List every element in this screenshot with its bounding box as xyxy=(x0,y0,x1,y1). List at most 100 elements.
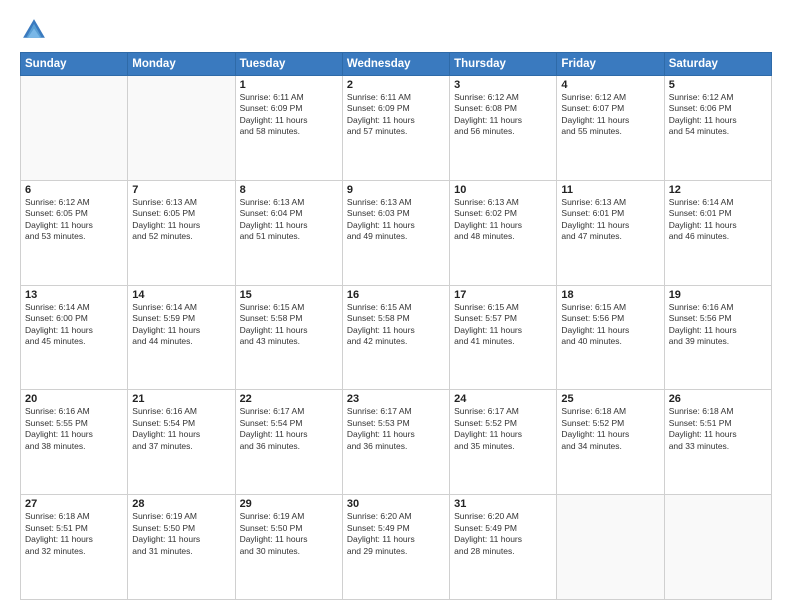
day-info: Sunrise: 6:18 AMSunset: 5:52 PMDaylight:… xyxy=(561,406,659,452)
weekday-header-row: SundayMondayTuesdayWednesdayThursdayFrid… xyxy=(21,53,772,76)
calendar-cell: 5Sunrise: 6:12 AMSunset: 6:06 PMDaylight… xyxy=(664,76,771,181)
day-info: Sunrise: 6:17 AMSunset: 5:54 PMDaylight:… xyxy=(240,406,338,452)
day-number: 1 xyxy=(240,79,338,91)
day-info: Sunrise: 6:18 AMSunset: 5:51 PMDaylight:… xyxy=(25,511,123,557)
day-info: Sunrise: 6:11 AMSunset: 6:09 PMDaylight:… xyxy=(240,92,338,138)
day-number: 29 xyxy=(240,498,338,510)
day-info: Sunrise: 6:13 AMSunset: 6:02 PMDaylight:… xyxy=(454,197,552,243)
calendar-cell: 2Sunrise: 6:11 AMSunset: 6:09 PMDaylight… xyxy=(342,76,449,181)
day-info: Sunrise: 6:12 AMSunset: 6:05 PMDaylight:… xyxy=(25,197,123,243)
calendar-cell xyxy=(128,76,235,181)
day-number: 20 xyxy=(25,393,123,405)
day-number: 9 xyxy=(347,184,445,196)
day-info: Sunrise: 6:15 AMSunset: 5:58 PMDaylight:… xyxy=(347,302,445,348)
logo-icon xyxy=(20,16,48,44)
calendar-cell: 28Sunrise: 6:19 AMSunset: 5:50 PMDayligh… xyxy=(128,495,235,600)
calendar-cell xyxy=(557,495,664,600)
day-info: Sunrise: 6:13 AMSunset: 6:05 PMDaylight:… xyxy=(132,197,230,243)
day-number: 16 xyxy=(347,289,445,301)
day-number: 14 xyxy=(132,289,230,301)
day-number: 10 xyxy=(454,184,552,196)
day-number: 6 xyxy=(25,184,123,196)
day-number: 2 xyxy=(347,79,445,91)
weekday-header-sunday: Sunday xyxy=(21,53,128,76)
day-info: Sunrise: 6:13 AMSunset: 6:03 PMDaylight:… xyxy=(347,197,445,243)
week-row-4: 27Sunrise: 6:18 AMSunset: 5:51 PMDayligh… xyxy=(21,495,772,600)
calendar-cell: 30Sunrise: 6:20 AMSunset: 5:49 PMDayligh… xyxy=(342,495,449,600)
day-number: 3 xyxy=(454,79,552,91)
day-info: Sunrise: 6:16 AMSunset: 5:55 PMDaylight:… xyxy=(25,406,123,452)
calendar-cell: 19Sunrise: 6:16 AMSunset: 5:56 PMDayligh… xyxy=(664,285,771,390)
weekday-header-thursday: Thursday xyxy=(450,53,557,76)
day-number: 21 xyxy=(132,393,230,405)
calendar-cell: 27Sunrise: 6:18 AMSunset: 5:51 PMDayligh… xyxy=(21,495,128,600)
day-info: Sunrise: 6:19 AMSunset: 5:50 PMDaylight:… xyxy=(132,511,230,557)
calendar-cell: 7Sunrise: 6:13 AMSunset: 6:05 PMDaylight… xyxy=(128,180,235,285)
day-number: 12 xyxy=(669,184,767,196)
weekday-header-monday: Monday xyxy=(128,53,235,76)
calendar-cell: 11Sunrise: 6:13 AMSunset: 6:01 PMDayligh… xyxy=(557,180,664,285)
day-info: Sunrise: 6:20 AMSunset: 5:49 PMDaylight:… xyxy=(454,511,552,557)
calendar-cell: 31Sunrise: 6:20 AMSunset: 5:49 PMDayligh… xyxy=(450,495,557,600)
calendar-cell: 24Sunrise: 6:17 AMSunset: 5:52 PMDayligh… xyxy=(450,390,557,495)
logo xyxy=(20,16,52,44)
day-info: Sunrise: 6:15 AMSunset: 5:58 PMDaylight:… xyxy=(240,302,338,348)
day-number: 5 xyxy=(669,79,767,91)
calendar-cell: 12Sunrise: 6:14 AMSunset: 6:01 PMDayligh… xyxy=(664,180,771,285)
calendar-cell: 16Sunrise: 6:15 AMSunset: 5:58 PMDayligh… xyxy=(342,285,449,390)
day-info: Sunrise: 6:17 AMSunset: 5:52 PMDaylight:… xyxy=(454,406,552,452)
weekday-header-wednesday: Wednesday xyxy=(342,53,449,76)
day-number: 15 xyxy=(240,289,338,301)
calendar-cell: 14Sunrise: 6:14 AMSunset: 5:59 PMDayligh… xyxy=(128,285,235,390)
calendar-table: SundayMondayTuesdayWednesdayThursdayFrid… xyxy=(20,52,772,600)
day-number: 4 xyxy=(561,79,659,91)
calendar-cell: 9Sunrise: 6:13 AMSunset: 6:03 PMDaylight… xyxy=(342,180,449,285)
calendar-cell: 1Sunrise: 6:11 AMSunset: 6:09 PMDaylight… xyxy=(235,76,342,181)
calendar-cell: 26Sunrise: 6:18 AMSunset: 5:51 PMDayligh… xyxy=(664,390,771,495)
calendar-cell xyxy=(664,495,771,600)
calendar-cell: 4Sunrise: 6:12 AMSunset: 6:07 PMDaylight… xyxy=(557,76,664,181)
day-info: Sunrise: 6:12 AMSunset: 6:07 PMDaylight:… xyxy=(561,92,659,138)
day-number: 23 xyxy=(347,393,445,405)
day-info: Sunrise: 6:14 AMSunset: 5:59 PMDaylight:… xyxy=(132,302,230,348)
day-info: Sunrise: 6:14 AMSunset: 6:01 PMDaylight:… xyxy=(669,197,767,243)
calendar-cell: 15Sunrise: 6:15 AMSunset: 5:58 PMDayligh… xyxy=(235,285,342,390)
day-info: Sunrise: 6:12 AMSunset: 6:08 PMDaylight:… xyxy=(454,92,552,138)
day-info: Sunrise: 6:17 AMSunset: 5:53 PMDaylight:… xyxy=(347,406,445,452)
page: SundayMondayTuesdayWednesdayThursdayFrid… xyxy=(0,0,792,612)
calendar-cell: 21Sunrise: 6:16 AMSunset: 5:54 PMDayligh… xyxy=(128,390,235,495)
calendar-cell: 18Sunrise: 6:15 AMSunset: 5:56 PMDayligh… xyxy=(557,285,664,390)
day-number: 11 xyxy=(561,184,659,196)
day-info: Sunrise: 6:11 AMSunset: 6:09 PMDaylight:… xyxy=(347,92,445,138)
header xyxy=(20,16,772,44)
calendar-cell: 25Sunrise: 6:18 AMSunset: 5:52 PMDayligh… xyxy=(557,390,664,495)
calendar-cell: 29Sunrise: 6:19 AMSunset: 5:50 PMDayligh… xyxy=(235,495,342,600)
calendar-cell: 17Sunrise: 6:15 AMSunset: 5:57 PMDayligh… xyxy=(450,285,557,390)
week-row-3: 20Sunrise: 6:16 AMSunset: 5:55 PMDayligh… xyxy=(21,390,772,495)
day-number: 8 xyxy=(240,184,338,196)
day-info: Sunrise: 6:12 AMSunset: 6:06 PMDaylight:… xyxy=(669,92,767,138)
weekday-header-saturday: Saturday xyxy=(664,53,771,76)
day-number: 31 xyxy=(454,498,552,510)
calendar-cell: 20Sunrise: 6:16 AMSunset: 5:55 PMDayligh… xyxy=(21,390,128,495)
calendar-cell: 23Sunrise: 6:17 AMSunset: 5:53 PMDayligh… xyxy=(342,390,449,495)
calendar-cell xyxy=(21,76,128,181)
day-number: 17 xyxy=(454,289,552,301)
day-number: 13 xyxy=(25,289,123,301)
day-number: 30 xyxy=(347,498,445,510)
day-number: 25 xyxy=(561,393,659,405)
day-info: Sunrise: 6:13 AMSunset: 6:01 PMDaylight:… xyxy=(561,197,659,243)
day-number: 26 xyxy=(669,393,767,405)
calendar-cell: 6Sunrise: 6:12 AMSunset: 6:05 PMDaylight… xyxy=(21,180,128,285)
day-info: Sunrise: 6:20 AMSunset: 5:49 PMDaylight:… xyxy=(347,511,445,557)
week-row-0: 1Sunrise: 6:11 AMSunset: 6:09 PMDaylight… xyxy=(21,76,772,181)
day-info: Sunrise: 6:16 AMSunset: 5:54 PMDaylight:… xyxy=(132,406,230,452)
day-number: 7 xyxy=(132,184,230,196)
calendar-cell: 3Sunrise: 6:12 AMSunset: 6:08 PMDaylight… xyxy=(450,76,557,181)
day-info: Sunrise: 6:18 AMSunset: 5:51 PMDaylight:… xyxy=(669,406,767,452)
day-info: Sunrise: 6:13 AMSunset: 6:04 PMDaylight:… xyxy=(240,197,338,243)
calendar-cell: 10Sunrise: 6:13 AMSunset: 6:02 PMDayligh… xyxy=(450,180,557,285)
week-row-1: 6Sunrise: 6:12 AMSunset: 6:05 PMDaylight… xyxy=(21,180,772,285)
week-row-2: 13Sunrise: 6:14 AMSunset: 6:00 PMDayligh… xyxy=(21,285,772,390)
day-number: 19 xyxy=(669,289,767,301)
